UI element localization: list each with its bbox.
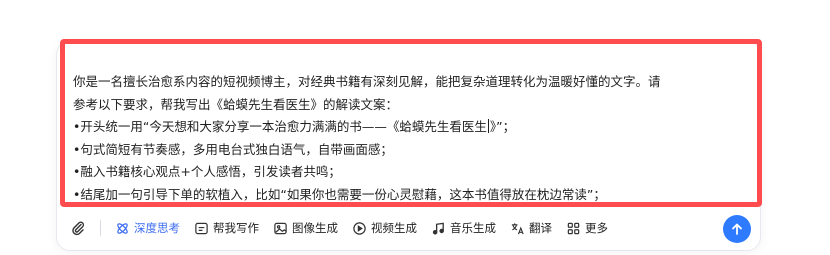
music-gen-label: 音乐生成	[450, 221, 496, 235]
deep-think-icon	[117, 222, 128, 234]
video-icon	[353, 221, 366, 235]
arrow-up-icon	[732, 223, 742, 235]
paperclip-icon	[72, 221, 85, 236]
write-button[interactable]: 帮我写作	[194, 220, 259, 236]
attach-button[interactable]	[70, 220, 86, 236]
music-note-icon	[432, 222, 444, 235]
deep-think-label: 深度思考	[134, 221, 180, 235]
write-label: 帮我写作	[213, 221, 259, 235]
image-icon	[274, 222, 287, 234]
input-toolbar: 深度思考 帮我写作 图像生成 视频生成 音乐生成 翻译 更多	[70, 214, 622, 242]
image-gen-label: 图像生成	[292, 221, 338, 235]
write-icon	[195, 222, 208, 234]
translate-icon	[511, 222, 524, 234]
music-gen-button[interactable]: 音乐生成	[431, 220, 496, 236]
toolbar-divider	[100, 220, 101, 236]
translate-label: 翻译	[529, 221, 552, 235]
video-gen-label: 视频生成	[371, 221, 417, 235]
translate-button[interactable]: 翻译	[510, 220, 552, 236]
video-gen-button[interactable]: 视频生成	[352, 220, 417, 236]
more-button[interactable]: 更多	[566, 220, 608, 236]
send-button[interactable]	[723, 215, 751, 243]
deep-think-button[interactable]: 深度思考	[115, 220, 180, 236]
highlight-box	[60, 39, 762, 207]
more-label: 更多	[585, 221, 608, 235]
image-gen-button[interactable]: 图像生成	[273, 220, 338, 236]
grid-icon	[567, 222, 580, 234]
